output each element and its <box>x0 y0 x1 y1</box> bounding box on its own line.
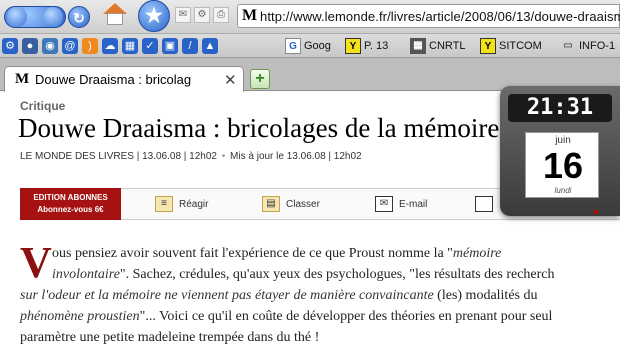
back-forward-button[interactable] <box>4 6 66 28</box>
bookmark-label: P. 13 <box>364 40 389 52</box>
clock-time: 21:31 <box>508 94 612 122</box>
cloud-icon[interactable]: ☁ <box>102 38 118 54</box>
feather-icon[interactable]: / <box>182 38 198 54</box>
meta-update: Mis à jour le 13.06.08 | 12h02 <box>230 151 362 162</box>
toolbar-extra-icons: ✉ ⚙ ⎙ <box>175 7 229 25</box>
meta-source: LE MONDE DES LIVRES | 13.06.08 | 12h02 <box>20 151 217 162</box>
article-line-2: involontaire". Sachez, crédules, qu'aux … <box>20 264 620 285</box>
subscribe-title: EDITION ABONNES <box>33 193 108 202</box>
react-label: Réagir <box>179 198 209 210</box>
article-line-4: phénomène proustien"... Voici ce qu'il e… <box>20 306 620 327</box>
new-tab-button[interactable]: + <box>250 69 270 89</box>
email-label: E-mail <box>399 198 428 210</box>
bookmark-label: INFO-1 <box>579 40 616 52</box>
calendar-page: juin 16 lundi <box>525 132 599 198</box>
bookmark-cnrtl[interactable]: ▦ CNRTL <box>410 37 465 55</box>
text-run-italic: sur l'odeur et la mémoire ne viennent pa… <box>20 288 434 303</box>
text-run-italic: involontaire <box>52 267 120 282</box>
email-button[interactable]: ✉ E-mail <box>375 196 427 212</box>
print-icon[interactable]: ⎙ <box>213 7 229 23</box>
calendar-day: 16 <box>542 145 584 186</box>
article-line-3: sur l'odeur et la mémoire ne viennent pa… <box>20 285 620 306</box>
clock-calendar-widget[interactable]: 21:31 juin 16 lundi <box>500 86 620 216</box>
text-run: ". Sachez, crédules, qu'aux yeux des psy… <box>119 267 555 282</box>
google-icon: G <box>285 38 301 54</box>
document-icon: ▤ <box>262 196 280 212</box>
drop-cap: V <box>20 238 52 287</box>
network-icon[interactable]: ◉ <box>42 38 58 54</box>
bookmark-sitcom[interactable]: Y SITCOM <box>480 37 542 55</box>
text-run-italic: phénomène proustien <box>20 309 140 324</box>
bookmark-info[interactable]: ▭ INFO-1 <box>560 37 615 55</box>
envelope-icon: ✉ <box>375 196 393 212</box>
address-bar[interactable]: M http://www.lemonde.fr/livres/article/2… <box>237 4 620 28</box>
text-run: ous pensiez avoir souvent fait l'expérie… <box>52 246 453 261</box>
star-icon: ★ <box>145 5 163 27</box>
bookmark-label: CNRTL <box>429 40 466 52</box>
article-body: V ous pensiez avoir souvent fait l'expér… <box>20 238 620 348</box>
tab-favicon: M <box>15 71 30 87</box>
classer-button[interactable]: ▤ Classer <box>262 196 320 212</box>
bullet-icon: • <box>221 151 226 162</box>
yahoo-icon: Y <box>480 38 496 54</box>
archive-icon[interactable]: ▣ <box>162 38 178 54</box>
mail-icon[interactable]: ✉ <box>175 7 191 23</box>
tag-icon[interactable]: ✓ <box>142 38 158 54</box>
user-icon[interactable]: ● <box>22 38 38 54</box>
bookmarks-bar: ⚙ ● ◉ @ ) ☁ ▦ ✓ ▣ / ▲ G Goog Y P. 13 ▦ C… <box>0 34 620 58</box>
email-icon[interactable]: @ <box>62 38 78 54</box>
text-run: paramètre une petite madeleine trempée d… <box>20 330 320 345</box>
calendar-icon[interactable]: ▦ <box>122 38 138 54</box>
navigation-toolbar: ↻ ★ ✉ ⚙ ⎙ M http://www.lemonde.fr/livres… <box>0 0 620 34</box>
page-title: Douwe Draaisma : bricolages de la mémoir… <box>18 113 500 143</box>
comment-icon: ≡ <box>155 196 173 212</box>
subscribe-button[interactable]: EDITION ABONNES Abonnez-vous 6€ <box>20 188 121 220</box>
bookmark-goog[interactable]: G Goog <box>285 37 331 55</box>
forward-icon <box>43 7 63 27</box>
bookmark-p13[interactable]: Y P. 13 <box>345 37 388 55</box>
article-category: Critique <box>20 99 66 113</box>
article-line-1: ous pensiez avoir souvent fait l'expérie… <box>20 243 620 264</box>
bookmark-star-button[interactable]: ★ <box>138 0 170 32</box>
bookmark-icons-group: ⚙ ● ◉ @ ) ☁ ▦ ✓ ▣ / ▲ <box>2 38 218 54</box>
text-run-italic: mémoire <box>452 246 502 261</box>
tab-active[interactable]: M Douwe Draaisma : bricolag ✕ <box>4 66 244 92</box>
url-text[interactable]: http://www.lemonde.fr/livres/article/200… <box>260 9 620 24</box>
rss-feed-icon[interactable]: ) <box>82 38 98 54</box>
settings-icon[interactable]: ⚙ <box>2 38 18 54</box>
print-button[interactable] <box>475 196 493 212</box>
folder-icon: ▭ <box>563 40 573 51</box>
subscribe-price: Abonnez-vous 6€ <box>37 205 104 214</box>
rss-icon[interactable]: ⚙ <box>194 7 210 23</box>
tab-title: Douwe Draaisma : bricolag <box>35 72 192 87</box>
calendar-dayname: lundi <box>554 186 572 195</box>
bookmark-label: Goog <box>304 40 331 52</box>
site-favicon: M <box>242 7 258 24</box>
article-line-5: paramètre une petite madeleine trempée d… <box>20 327 620 348</box>
text-run: "... Voici ce qu'il en coûte de développ… <box>139 309 553 324</box>
close-icon[interactable]: ✕ <box>224 71 237 89</box>
reload-icon: ↻ <box>73 10 85 26</box>
classer-label: Classer <box>286 198 320 210</box>
text-run: (les) modalités du <box>433 288 538 303</box>
home-button[interactable] <box>103 3 127 27</box>
arrow-up-icon[interactable]: ▲ <box>202 38 218 54</box>
bookmark-label: SITCOM <box>499 40 542 52</box>
indicator-dot <box>594 210 598 214</box>
article-meta: LE MONDE DES LIVRES | 13.06.08 | 12h02 •… <box>20 151 362 162</box>
cnrtl-icon: ▦ <box>410 38 426 54</box>
browser-window: { "browser": { "url": "http://www.lemond… <box>0 0 620 358</box>
yahoo-icon: Y <box>345 38 361 54</box>
back-icon <box>7 7 27 27</box>
reload-button[interactable]: ↻ <box>68 6 90 28</box>
react-button[interactable]: ≡ Réagir <box>155 196 208 212</box>
